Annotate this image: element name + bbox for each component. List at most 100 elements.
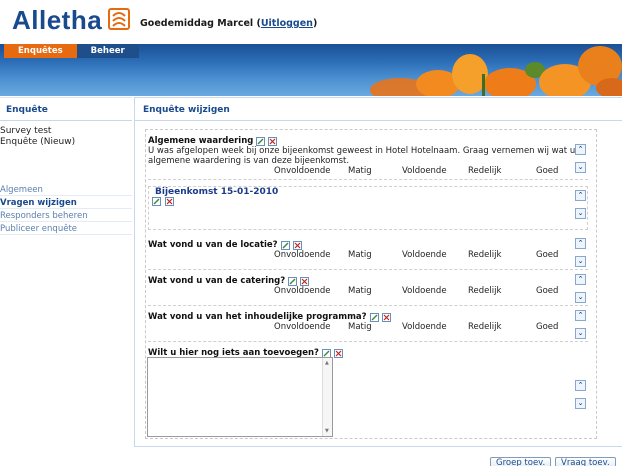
move-down-icon[interactable]: ⌄ — [575, 398, 586, 409]
delete-icon[interactable] — [300, 276, 310, 286]
move-up-icon[interactable]: ⌃ — [575, 310, 586, 321]
move-down-icon[interactable]: ⌄ — [575, 162, 586, 173]
group-actions — [149, 197, 587, 209]
tab-enquetes[interactable]: Enquêtes — [4, 44, 77, 58]
move-controls-q1: ⌃ ⌄ — [575, 144, 587, 173]
scale-label: Voldoende — [402, 166, 447, 176]
delete-icon[interactable] — [333, 348, 343, 358]
nav-banner: Enquêtes Beheer — [0, 44, 622, 96]
scale-label: Voldoende — [402, 322, 447, 332]
scale-label: Voldoende — [402, 286, 447, 296]
logo-mark-icon — [108, 8, 130, 30]
top-bar: Alletha Goedemiddag Marcel (Uitloggen) — [0, 0, 622, 44]
question-title: Wat vond u van de locatie? — [148, 240, 588, 250]
scale-label: Onvoldoende — [274, 322, 331, 332]
move-up-icon[interactable]: ⌃ — [575, 144, 586, 155]
question-locatie: Wat vond u van de locatie? Onvoldoende M… — [148, 240, 588, 270]
group-title: Bijeenkomst 15-01-2010 — [149, 187, 587, 197]
main-tabs: Enquêtes Beheer — [4, 44, 139, 58]
delete-icon[interactable] — [164, 197, 174, 206]
survey-name: Survey test — [0, 126, 52, 136]
scale-label: Redelijk — [468, 286, 502, 296]
app-logo: Alletha — [12, 5, 103, 35]
scale-label: Matig — [348, 166, 372, 176]
move-controls-q3: ⌃ ⌄ — [575, 274, 587, 303]
edit-icon[interactable] — [288, 276, 298, 286]
question-title-text: Algemene waardering — [148, 136, 254, 146]
question-title-text: Wat vond u van de locatie? — [148, 240, 278, 250]
scale-label: Matig — [348, 286, 372, 296]
delete-icon[interactable] — [381, 312, 391, 322]
add-group-button[interactable]: Groep toev. — [490, 457, 552, 466]
delete-icon[interactable] — [292, 240, 302, 250]
banner-flowers-image — [370, 46, 622, 96]
answer-textarea[interactable]: ▲ ▼ — [147, 357, 333, 437]
main-heading-label: Enquête wijzigen — [143, 105, 230, 115]
scale-label: Goed — [536, 286, 559, 296]
move-down-icon[interactable]: ⌄ — [575, 328, 586, 339]
survey-info: Survey test Enquête (Nieuw) — [0, 126, 132, 148]
question-description: U was afgelopen week bij onze bijeenkoms… — [148, 146, 583, 166]
rating-scale: Onvoldoende Matig Voldoende Redelijk Goe… — [148, 250, 588, 261]
move-up-icon[interactable]: ⌃ — [575, 274, 586, 285]
move-down-icon[interactable]: ⌄ — [575, 256, 586, 267]
textarea-scrollbar[interactable]: ▲ ▼ — [322, 358, 332, 436]
add-question-button[interactable]: Vraag toev. — [555, 457, 616, 466]
sidebar-item-vragen-wijzigen[interactable]: Vragen wijzigen — [0, 197, 132, 209]
scale-label: Redelijk — [468, 250, 502, 260]
question-group: Bijeenkomst 15-01-2010 — [148, 186, 588, 230]
sidebar-item-publiceer-enquete[interactable]: Publiceer enquête — [0, 223, 132, 235]
question-programma: Wat vond u van het inhoudelijke programm… — [148, 312, 588, 342]
survey-status: Enquête (Nieuw) — [0, 137, 76, 147]
scale-label: Onvoldoende — [274, 250, 331, 260]
sidebar-heading: Enquête — [0, 97, 132, 121]
move-controls-group: ⌃ ⌄ — [575, 190, 587, 219]
edit-icon[interactable] — [152, 197, 161, 206]
rating-scale: Onvoldoende Matig Voldoende Redelijk Goe… — [148, 286, 588, 297]
scale-label: Goed — [536, 250, 559, 260]
move-up-icon[interactable]: ⌃ — [575, 190, 586, 201]
scale-label: Redelijk — [468, 166, 502, 176]
move-down-icon[interactable]: ⌄ — [575, 292, 586, 303]
question-title-text: Wat vond u van de catering? — [148, 276, 286, 286]
delete-icon[interactable] — [268, 136, 278, 146]
question-algemene-waardering: Algemene waardering U was afgelopen week… — [148, 136, 588, 180]
scroll-down-icon[interactable]: ▼ — [325, 428, 329, 434]
tab-beheer[interactable]: Beheer — [76, 44, 139, 58]
rating-scale: Onvoldoende Matig Voldoende Redelijk Goe… — [148, 322, 588, 333]
scale-label: Goed — [536, 322, 559, 332]
scale-label: Onvoldoende — [274, 166, 331, 176]
question-title: Algemene waardering — [148, 136, 588, 146]
move-controls-q4: ⌃ ⌄ — [575, 310, 587, 339]
edit-icon[interactable] — [280, 240, 290, 250]
question-title: Wat vond u van het inhoudelijke programm… — [148, 312, 588, 322]
greeting-suffix: ) — [312, 18, 318, 29]
sidebar-item-algemeen[interactable]: Algemeen — [0, 184, 132, 196]
question-catering: Wat vond u van de catering? Onvoldoende … — [148, 276, 588, 306]
greeting-text: Goedemiddag Marcel ( — [140, 18, 261, 29]
scale-label: Redelijk — [468, 322, 502, 332]
move-up-icon[interactable]: ⌃ — [575, 238, 586, 249]
move-controls-q2: ⌃ ⌄ — [575, 238, 587, 267]
edit-icon[interactable] — [256, 136, 266, 146]
scale-label: Voldoende — [402, 250, 447, 260]
logout-link[interactable]: Uitloggen — [261, 18, 313, 29]
edit-icon[interactable] — [369, 312, 379, 322]
move-up-icon[interactable]: ⌃ — [575, 380, 586, 391]
scroll-up-icon[interactable]: ▲ — [325, 360, 329, 366]
greeting: Goedemiddag Marcel (Uitloggen) — [140, 18, 317, 29]
scale-label: Goed — [536, 166, 559, 176]
question-title-text: Wat vond u van het inhoudelijke programm… — [148, 312, 367, 322]
scale-label: Matig — [348, 250, 372, 260]
move-down-icon[interactable]: ⌄ — [575, 208, 586, 219]
scale-label: Matig — [348, 322, 372, 332]
move-controls-q5: ⌃ ⌄ — [575, 380, 587, 409]
divider — [134, 446, 622, 447]
main-heading: Enquête wijzigen — [134, 97, 622, 121]
sidebar-heading-label: Enquête — [6, 105, 48, 115]
question-title: Wat vond u van de catering? — [148, 276, 588, 286]
sidebar-nav: Algemeen Vragen wijzigen Responders behe… — [0, 184, 132, 236]
rating-scale: Onvoldoende Matig Voldoende Redelijk Goe… — [148, 166, 588, 177]
scale-label: Onvoldoende — [274, 286, 331, 296]
sidebar-item-responders-beheren[interactable]: Responders beheren — [0, 210, 132, 222]
